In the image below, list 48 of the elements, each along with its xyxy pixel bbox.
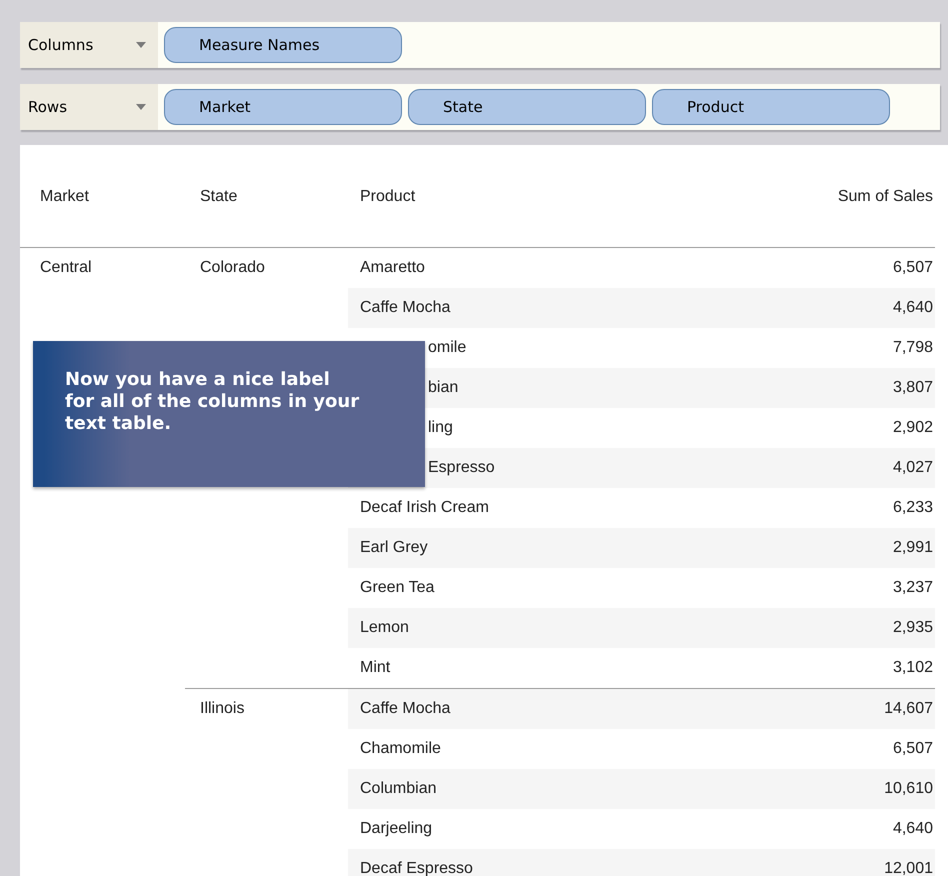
column-header: Sum of Sales [836, 187, 934, 207]
table-cell-text: 10,610 [884, 779, 933, 799]
table-cell-text: 2,991 [892, 538, 933, 558]
table-cell-text: Colorado [200, 258, 265, 278]
table-cell-text: 2,902 [892, 418, 933, 438]
table-cell-text: Green Tea [360, 578, 434, 598]
shelf-label: Columns [28, 34, 94, 56]
table-cell-text: 3,237 [892, 578, 933, 598]
table-cell-text: 3,102 [892, 658, 933, 678]
table-cell-text: 14,607 [884, 699, 933, 719]
table-cell-text: 4,027 [892, 458, 933, 478]
field-pill[interactable]: State [408, 89, 646, 125]
table-cell-text: Chamomile [360, 739, 441, 759]
table-cell-text: Espresso [428, 458, 495, 478]
table-cell-text: 6,507 [892, 258, 933, 278]
table-cell-text: Darjeeling [360, 819, 432, 839]
dropdown-arrow-icon[interactable] [136, 42, 146, 48]
table-cell-text: Mint [360, 658, 390, 678]
table-cell-text: omile [428, 338, 466, 358]
column-header: Product [359, 187, 416, 207]
table-cell-text: Central [40, 258, 92, 278]
table-cell-text: Lemon [360, 618, 409, 638]
table-cell-text: 7,798 [892, 338, 933, 358]
table-cell-text: ling [428, 418, 453, 438]
table-cell-text: Caffe Mocha [360, 699, 450, 719]
field-pill[interactable]: Measure Names [164, 27, 402, 63]
dropdown-arrow-icon[interactable] [136, 104, 146, 110]
field-pill[interactable]: Market [164, 89, 402, 125]
table-cell-text: Columbian [360, 779, 436, 799]
table-cell-text: Amaretto [360, 258, 425, 278]
table-cell-text: 2,935 [892, 618, 933, 638]
table-cell-text: 4,640 [892, 819, 933, 839]
table-cell-text: bian [428, 378, 458, 398]
table-cell-text: 4,640 [892, 298, 933, 318]
table-cell-text: Decaf Espresso [360, 859, 473, 876]
callout-text: Now you have a nice label for all of the columns in your text table. [65, 369, 360, 435]
column-header: State [199, 187, 238, 207]
table-cell-text: Caffe Mocha [360, 298, 450, 318]
table-cell-text: Illinois [200, 699, 244, 719]
field-pill[interactable]: Product [652, 89, 890, 125]
shelf-label: Rows [28, 96, 68, 118]
table-cell-text: 12,001 [884, 859, 933, 876]
table-cell-text: Decaf Irish Cream [360, 498, 489, 518]
table-cell-text: 6,233 [892, 498, 933, 518]
table-cell-text: 3,807 [892, 378, 933, 398]
table-cell-text: Earl Grey [360, 538, 428, 558]
table-cell-text: 6,507 [892, 739, 933, 759]
column-header: Market [39, 187, 90, 207]
